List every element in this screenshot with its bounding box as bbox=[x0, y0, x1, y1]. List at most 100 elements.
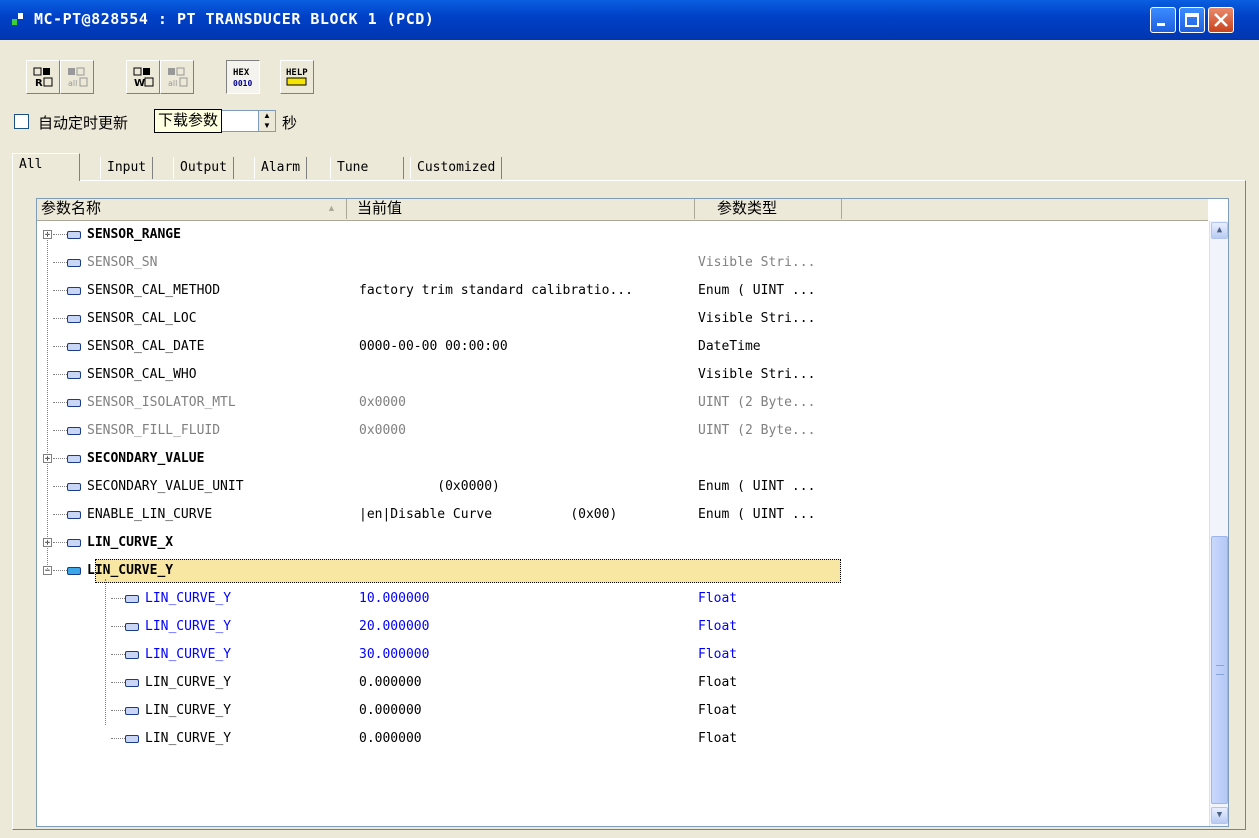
table-row[interactable]: + LIN_CURVE_X bbox=[37, 529, 1208, 557]
scroll-up-icon[interactable]: ▲ bbox=[1211, 222, 1228, 239]
table-row[interactable]: SENSOR_CAL_WHO Visible Stri... bbox=[37, 361, 1208, 389]
tab-input[interactable]: Input bbox=[100, 157, 154, 179]
spin-up-icon[interactable]: ▲ bbox=[259, 111, 275, 121]
table-row[interactable]: − LIN_CURVE_Y bbox=[37, 557, 1208, 585]
title-bar[interactable]: MC-PT@828554 : PT TRANSDUCER BLOCK 1 (PC… bbox=[0, 0, 1259, 40]
tree-connector bbox=[53, 486, 67, 487]
svg-text:W: W bbox=[134, 78, 145, 89]
table-row[interactable]: + SENSOR_RANGE bbox=[37, 221, 1208, 249]
parameter-value[interactable]: 10.000000 bbox=[359, 585, 429, 613]
table-row[interactable]: SENSOR_ISOLATOR_MTL 0x0000 UINT (2 Byte... bbox=[37, 389, 1208, 417]
parameter-type: Float bbox=[698, 591, 738, 606]
parameter-icon bbox=[67, 511, 81, 519]
tree-connector bbox=[53, 402, 67, 403]
parameter-value[interactable]: (0x0000) bbox=[359, 473, 500, 501]
parameter-value[interactable]: 0000-00-00 00:00:00 bbox=[359, 333, 508, 361]
parameter-icon bbox=[125, 679, 139, 687]
parameter-icon bbox=[67, 399, 81, 407]
parameter-icon bbox=[67, 539, 81, 547]
maximize-button[interactable] bbox=[1179, 7, 1205, 33]
parameter-type: Visible Stri... bbox=[698, 255, 816, 270]
parameter-type: DateTime bbox=[698, 339, 761, 354]
parameter-icon bbox=[125, 651, 139, 659]
parameter-value[interactable]: 0.000000 bbox=[359, 697, 422, 725]
tree-connector bbox=[53, 318, 67, 319]
vertical-scrollbar[interactable]: ▲ ▼ bbox=[1209, 221, 1228, 826]
minimize-button[interactable] bbox=[1150, 7, 1176, 33]
parameter-icon bbox=[125, 707, 139, 715]
tree-connector bbox=[111, 738, 125, 739]
parameter-name: SENSOR_ISOLATOR_MTL bbox=[87, 395, 236, 410]
parameter-value[interactable]: |en|Disable Curve (0x00) bbox=[359, 501, 617, 529]
table-row[interactable]: LIN_CURVE_Y 0.000000 Float bbox=[37, 669, 1208, 697]
parameter-type: Float bbox=[698, 703, 738, 718]
parameter-type: Visible Stri... bbox=[698, 367, 816, 382]
svg-text:HEX: HEX bbox=[233, 68, 250, 78]
table-row[interactable]: SENSOR_CAL_METHOD factory trim standard c… bbox=[37, 277, 1208, 305]
column-header-value-label: 当前值 bbox=[357, 200, 403, 217]
tab-output[interactable]: Output bbox=[173, 157, 234, 179]
parameter-value[interactable]: 0.000000 bbox=[359, 725, 422, 753]
parameter-name: SENSOR_SN bbox=[87, 255, 158, 270]
read-all-button[interactable]: all bbox=[60, 60, 94, 94]
tab-alarm[interactable]: Alarm bbox=[254, 157, 308, 179]
column-header-name[interactable]: 参数名称 bbox=[37, 199, 347, 219]
tree-connector bbox=[53, 346, 67, 347]
parameter-value[interactable]: 0.000000 bbox=[359, 669, 422, 697]
table-row[interactable]: + SECONDARY_VALUE bbox=[37, 445, 1208, 473]
scroll-down-icon[interactable]: ▼ bbox=[1211, 807, 1228, 824]
svg-text:R: R bbox=[35, 78, 43, 89]
grip-icon bbox=[1216, 665, 1224, 675]
table-row[interactable]: LIN_CURVE_Y 10.000000 Float bbox=[37, 585, 1208, 613]
column-header-type[interactable]: 参数类型 bbox=[695, 199, 842, 219]
table-row[interactable]: SENSOR_CAL_LOC Visible Stri... bbox=[37, 305, 1208, 333]
parameter-name: SENSOR_CAL_WHO bbox=[87, 367, 197, 382]
parameter-grid[interactable]: 参数名称 ▲ 当前值 参数类型 + SENSOR_RANGE SENSOR_SN Vi… bbox=[36, 198, 1229, 827]
tree-line bbox=[105, 579, 106, 725]
table-row[interactable]: ENABLE_LIN_CURVE |en|Disable Curve (0x00)… bbox=[37, 501, 1208, 529]
table-row[interactable]: LIN_CURVE_Y 0.000000 Float bbox=[37, 725, 1208, 753]
close-button[interactable] bbox=[1208, 7, 1234, 33]
parameter-icon bbox=[67, 343, 81, 351]
table-row[interactable]: LIN_CURVE_Y 30.000000 Float bbox=[37, 641, 1208, 669]
read-param-button[interactable]: R bbox=[26, 60, 60, 94]
tree-connector bbox=[111, 710, 125, 711]
parameter-icon bbox=[67, 315, 81, 323]
parameter-name: LIN_CURVE_Y bbox=[145, 731, 232, 746]
scroll-thumb[interactable] bbox=[1211, 536, 1228, 804]
table-row[interactable]: SENSOR_FILL_FLUID 0x0000 UINT (2 Byte... bbox=[37, 417, 1208, 445]
table-row[interactable]: SENSOR_SN Visible Stri... bbox=[37, 249, 1208, 277]
spin-down-icon[interactable]: ▼ bbox=[259, 121, 275, 131]
tab-tune[interactable]: Tune bbox=[330, 157, 404, 179]
table-row[interactable]: LIN_CURVE_Y 0.000000 Float bbox=[37, 697, 1208, 725]
tab-customized[interactable]: Customized bbox=[410, 157, 503, 179]
table-row[interactable]: SECONDARY_VALUE_UNIT (0x0000) Enum ( UINT… bbox=[37, 473, 1208, 501]
parameter-type: Float bbox=[698, 675, 738, 690]
parameter-value[interactable]: 30.000000 bbox=[359, 641, 429, 669]
write-all-button[interactable]: all bbox=[160, 60, 194, 94]
tree-line bbox=[47, 233, 48, 569]
parameter-type: Float bbox=[698, 647, 738, 662]
parameter-window: MC-PT@828554 : PT TRANSDUCER BLOCK 1 (PC… bbox=[0, 0, 1259, 838]
column-header-value[interactable]: 当前值 bbox=[347, 199, 695, 219]
parameter-name: SECONDARY_VALUE bbox=[87, 451, 205, 466]
parameter-icon bbox=[67, 427, 81, 435]
spinner-buttons[interactable]: ▲ ▼ bbox=[258, 111, 275, 131]
svg-text:all: all bbox=[168, 79, 177, 88]
parameter-value[interactable]: 0x0000 bbox=[359, 389, 406, 417]
parameter-value[interactable]: 20.000000 bbox=[359, 613, 429, 641]
tab-all[interactable]: All bbox=[12, 153, 80, 181]
parameter-value[interactable]: 0x0000 bbox=[359, 417, 406, 445]
table-row[interactable]: SENSOR_CAL_DATE 0000-00-00 00:00:00 DateTi… bbox=[37, 333, 1208, 361]
parameter-name: LIN_CURVE_Y bbox=[145, 703, 232, 718]
table-row[interactable]: LIN_CURVE_Y 20.000000 Float bbox=[37, 613, 1208, 641]
help-button[interactable]: HELP bbox=[280, 60, 314, 94]
column-header-type-label: 参数类型 bbox=[717, 200, 778, 217]
write-param-button[interactable]: W bbox=[126, 60, 160, 94]
parameter-icon bbox=[125, 595, 139, 603]
auto-refresh-checkbox[interactable] bbox=[14, 114, 29, 129]
parameter-value[interactable]: factory trim standard calibratio... bbox=[359, 277, 633, 305]
tree-connector bbox=[53, 290, 67, 291]
maximize-icon bbox=[1185, 13, 1199, 27]
hex-toggle-button[interactable]: HEX 0010 bbox=[226, 60, 260, 94]
